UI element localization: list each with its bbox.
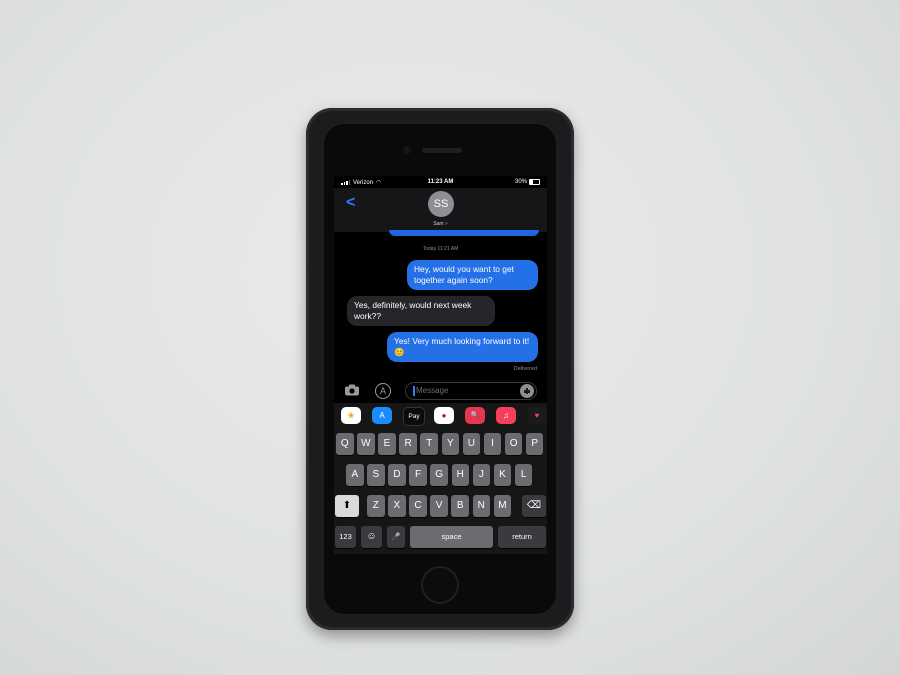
- key-f[interactable]: F: [409, 464, 427, 486]
- battery-percent: 30%: [514, 179, 527, 185]
- emoji-key[interactable]: ☺: [361, 526, 382, 548]
- key-w[interactable]: W: [357, 433, 375, 455]
- previous-sent-bubble: [389, 230, 539, 236]
- message-placeholder: Message: [416, 386, 449, 395]
- delete-key[interactable]: ⌫: [522, 495, 546, 517]
- received-message-bubble[interactable]: Yes, definitely, would next week work??: [347, 296, 495, 326]
- contact-name: Sam: [433, 221, 444, 227]
- key-g[interactable]: G: [430, 464, 448, 486]
- delivery-status: Delivered: [513, 366, 537, 372]
- sent-message-bubble[interactable]: Yes! Very much looking forward to it! 😊: [387, 332, 538, 362]
- key-c[interactable]: C: [409, 495, 427, 517]
- shift-key[interactable]: ⬆: [335, 495, 359, 517]
- imessage-app-drawer: ❀ A Pay ● 🔍 ♫ ♥: [334, 403, 547, 429]
- key-u[interactable]: U: [462, 433, 481, 455]
- space-key[interactable]: space: [410, 526, 493, 548]
- key-d[interactable]: D: [388, 464, 406, 486]
- key-l[interactable]: L: [514, 464, 533, 486]
- key-n[interactable]: N: [472, 495, 491, 517]
- battery-icon: [529, 179, 540, 185]
- audio-message-icon[interactable]: [520, 384, 534, 398]
- images-search-app-icon[interactable]: 🔍: [465, 407, 485, 424]
- key-h[interactable]: H: [451, 464, 470, 486]
- key-t[interactable]: T: [420, 433, 438, 455]
- dictation-key[interactable]: 🎤: [387, 526, 405, 548]
- conversation-header: < SS Sam >: [334, 188, 547, 232]
- key-y[interactable]: Y: [441, 433, 460, 455]
- numbers-key[interactable]: 123: [335, 526, 356, 548]
- key-p[interactable]: P: [525, 433, 544, 455]
- key-m[interactable]: M: [493, 495, 512, 517]
- key-i[interactable]: I: [483, 433, 502, 455]
- phone-screen: Verizon ◠ 11:23 AM 30% < SS Sam > Today …: [334, 176, 547, 554]
- memoji-app-icon[interactable]: ●: [434, 407, 454, 424]
- digital-touch-app-icon[interactable]: ♥: [527, 407, 547, 424]
- key-v[interactable]: V: [430, 495, 448, 517]
- return-key[interactable]: return: [498, 526, 546, 548]
- contact-chevron-icon: >: [444, 221, 448, 227]
- key-b[interactable]: B: [451, 495, 469, 517]
- apple-pay-app-icon[interactable]: Pay: [403, 407, 425, 426]
- key-j[interactable]: J: [472, 464, 491, 486]
- contact-name-button[interactable]: Sam >: [334, 221, 547, 227]
- music-app-icon[interactable]: ♫: [496, 407, 516, 424]
- key-z[interactable]: Z: [367, 495, 385, 517]
- front-camera: [403, 146, 411, 154]
- key-r[interactable]: R: [399, 433, 417, 455]
- message-input[interactable]: Message: [405, 382, 537, 400]
- key-a[interactable]: A: [346, 464, 364, 486]
- key-o[interactable]: O: [504, 433, 523, 455]
- home-button[interactable]: [421, 566, 459, 604]
- photos-app-icon[interactable]: ❀: [341, 407, 361, 424]
- camera-icon[interactable]: [344, 384, 360, 396]
- conversation-timestamp: Today 11:21 AM: [422, 246, 459, 252]
- key-q[interactable]: Q: [336, 433, 354, 455]
- key-s[interactable]: S: [367, 464, 385, 486]
- key-x[interactable]: X: [388, 495, 406, 517]
- contact-avatar[interactable]: SS: [428, 191, 454, 217]
- back-chevron-icon[interactable]: <: [346, 194, 355, 212]
- text-caret: [413, 386, 415, 396]
- key-k[interactable]: K: [493, 464, 512, 486]
- keyboard: QWERTYUIOP ASDFGHJKL ZXCVBNM ⬆ ⌫ 123 ☺ 🎤…: [334, 429, 547, 554]
- app-store-app-icon[interactable]: A: [372, 407, 392, 424]
- earpiece-speaker: [422, 148, 462, 153]
- message-compose-row: A Message: [334, 380, 547, 402]
- app-store-drawer-icon[interactable]: A: [375, 383, 391, 399]
- key-e[interactable]: E: [378, 433, 396, 455]
- sent-message-bubble[interactable]: Hey, would you want to get together agai…: [407, 260, 538, 290]
